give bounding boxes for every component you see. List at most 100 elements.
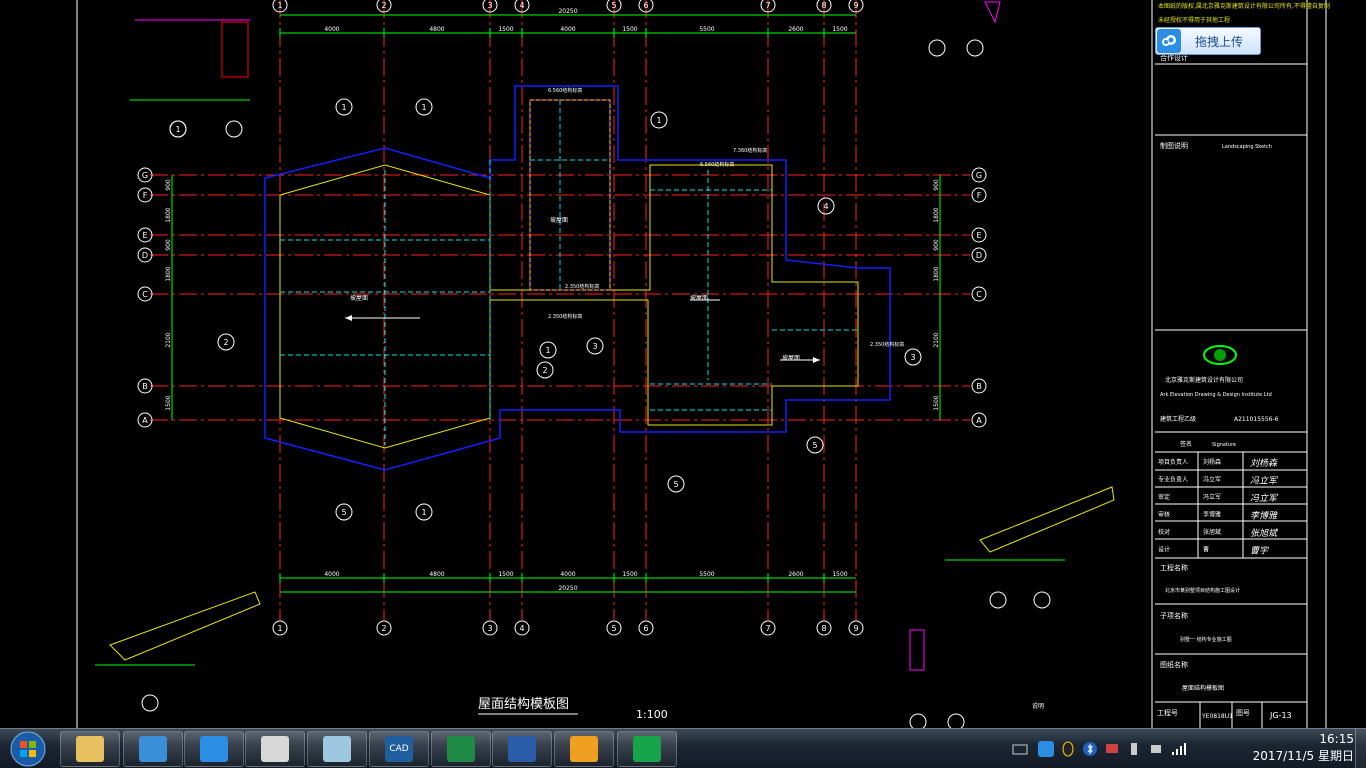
section-mark: 5 (673, 480, 678, 489)
axis-label: 2 (381, 624, 386, 633)
sign-name: 冯立军 (1203, 476, 1221, 484)
word-taskbar-button[interactable] (492, 731, 552, 767)
baidu-netdisk-tray-icon[interactable] (1038, 741, 1054, 757)
axis-label: 3 (487, 624, 492, 633)
dimension-value: 900 (165, 239, 172, 251)
dimension-value: 2600 (788, 571, 803, 578)
cad-taskbar-button[interactable]: CAD (369, 731, 429, 767)
axis-label: 1 (277, 624, 282, 633)
usb-icon[interactable] (1126, 741, 1142, 757)
wps-icon (570, 736, 598, 762)
axis-label: C (976, 290, 982, 299)
svg-text:签名: 签名 (1180, 440, 1192, 448)
axis-label: 6 (643, 1, 648, 10)
excel-taskbar-button[interactable] (431, 731, 491, 767)
qq-icon[interactable] (1060, 741, 1076, 757)
keyboard-icon[interactable] (1012, 741, 1028, 757)
file-explorer-taskbar-button[interactable] (60, 731, 120, 767)
sign-name: 冯立军 (1203, 493, 1221, 501)
elevation-label: 6.560结构标高 (700, 161, 734, 168)
axis-label: 9 (853, 624, 858, 633)
axis-label: E (976, 231, 981, 240)
excel-icon (447, 736, 475, 762)
word-icon (508, 736, 536, 762)
start-button[interactable] (6, 731, 50, 767)
section-mark: 5 (812, 441, 817, 450)
calculator-icon (261, 736, 289, 762)
axis-label: 4 (519, 1, 524, 10)
elevation-label: 6.560结构标高 (548, 87, 582, 94)
dimension-value: 900 (165, 179, 172, 191)
dimension-value: 1500 (933, 395, 940, 410)
app-green-taskbar-button[interactable] (617, 731, 677, 767)
elevation-label: 2.350结构标高 (565, 283, 599, 290)
slab-label: 坡屋面 (350, 294, 368, 302)
dimension-value: 1500 (165, 395, 172, 410)
cad-drawing-canvas[interactable]: 1 1 2 2 3 3 4 4 5 5 6 6 7 7 8 8 9 9 G G F F E E D D C C B B A A 20250 40… (0, 0, 1366, 728)
sign-role: 审定 (1158, 493, 1170, 501)
section-mark: 1 (656, 116, 661, 125)
axis-label: 8 (821, 624, 826, 633)
sign-role: 项目负责人 (1158, 458, 1188, 466)
upload-label: 拖拽上传 (1195, 34, 1244, 49)
slab-label: 坡屋面 (550, 216, 568, 224)
browser-icon (139, 736, 167, 762)
svg-text:图纸名称: 图纸名称 (1160, 660, 1188, 669)
cloud-icon (1157, 29, 1181, 53)
svg-text:北京市某别墅项目结构施工图设计: 北京市某别墅项目结构施工图设计 (1165, 587, 1240, 594)
clock-time: 16:15 (1319, 732, 1354, 746)
signal-icon[interactable] (1170, 741, 1186, 757)
axis-label: F (977, 191, 982, 200)
section-mark: 1 (175, 125, 180, 134)
dimension-value: 2100 (165, 332, 172, 347)
svg-text:建筑工程乙级: 建筑工程乙级 (1160, 415, 1196, 423)
sign-name: 张旭斌 (1203, 528, 1221, 536)
section-mark: 4 (823, 202, 828, 211)
axis-label: E (142, 231, 147, 240)
bluetooth-icon[interactable] (1082, 741, 1098, 757)
power-icon[interactable] (1148, 741, 1164, 757)
svg-text:Signature: Signature (1212, 442, 1236, 448)
clock-date: 2017/11/5 星期日 (1252, 749, 1354, 763)
axis-label: 4 (519, 624, 524, 633)
browser-taskbar-button[interactable] (123, 731, 183, 767)
calculator-taskbar-button[interactable] (245, 731, 305, 767)
svg-text:别墅一 结构专业施工图: 别墅一 结构专业施工图 (1180, 636, 1232, 643)
sign-name: 刘杨森 (1203, 458, 1221, 466)
clock[interactable]: 16:15 2017/11/5 星期日 (1253, 731, 1354, 765)
section-mark: 1 (341, 103, 346, 112)
dimension-value: 1800 (165, 207, 172, 222)
slab-label: 坡屋面 (690, 294, 708, 302)
elevation-label: 2.350结构标高 (870, 341, 904, 348)
section-mark: 5 (341, 508, 346, 517)
axis-label: 2 (381, 1, 386, 10)
axis-label: D (142, 251, 148, 260)
axis-label: 3 (487, 1, 492, 10)
signature: 冯立军 (1250, 493, 1279, 504)
axis-label: A (142, 416, 148, 425)
svg-text:北京雅克斯建筑设计有限公司: 北京雅克斯建筑设计有限公司 (1165, 376, 1243, 384)
dimension-value: 1500 (832, 26, 847, 33)
drawing-scale: 1:100 (636, 708, 668, 721)
axis-label: F (143, 191, 148, 200)
baidu-netdisk-taskbar-button[interactable] (184, 731, 244, 767)
notes-taskbar-button[interactable] (307, 731, 367, 767)
network-icon[interactable] (1104, 741, 1120, 757)
show-desktop-button[interactable] (1355, 729, 1366, 768)
dimension-value: 1800 (165, 266, 172, 281)
upload-drag-widget[interactable]: 拖拽上传 (1155, 27, 1261, 55)
section-mark: 3 (592, 342, 597, 351)
dimension-total: 20250 (558, 585, 577, 592)
dimension-value: 900 (933, 179, 940, 191)
svg-text:说明: 说明 (1032, 702, 1044, 710)
dimension-value: 4800 (429, 571, 444, 578)
sign-role: 专业负责人 (1158, 476, 1188, 484)
signature: 刘杨森 (1250, 458, 1278, 469)
dimension-value: 4000 (560, 26, 575, 33)
dimension-value: 2600 (788, 26, 803, 33)
dimension-value: 1500 (498, 571, 513, 578)
wps-taskbar-button[interactable] (554, 731, 614, 767)
sign-role: 审核 (1158, 511, 1170, 519)
file-explorer-icon (76, 736, 104, 762)
dimension-value: 1800 (933, 207, 940, 222)
